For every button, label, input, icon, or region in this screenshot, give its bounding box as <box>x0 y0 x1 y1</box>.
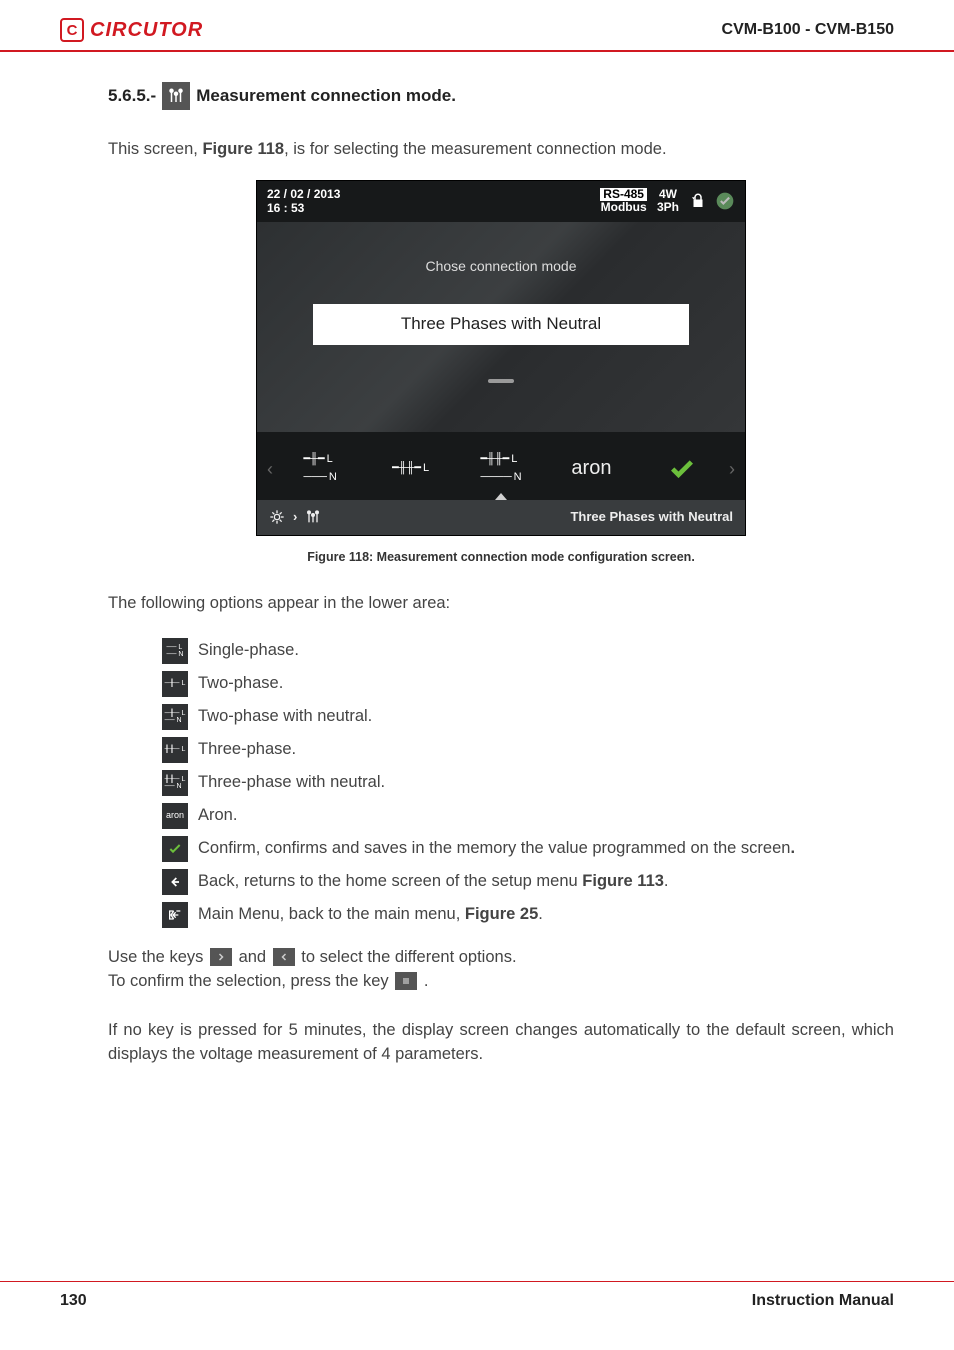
device-prompt: Chose connection mode <box>257 222 745 276</box>
page-content: 5.6.5.- Measurement connection mode. Thi… <box>0 52 954 1067</box>
three-phase-icon: ╫╫─ L <box>162 737 188 763</box>
list-item: ╫╫─ L── N Three-phase with neutral. <box>162 768 894 798</box>
menu-key-icon <box>395 972 417 990</box>
model-label: CVM-B100 - CVM-B150 <box>722 21 894 39</box>
option-aron[interactable]: aron <box>546 448 636 490</box>
brand-name: CIRCUTOR <box>90 19 203 42</box>
footer-label: Instruction Manual <box>752 1292 894 1310</box>
list-item: Back, returns to the home screen of the … <box>162 867 894 897</box>
back-icon <box>162 869 188 895</box>
device-comm-label: RS-485 Modbus <box>600 188 647 214</box>
device-datetime: 22 / 02 / 2013 16 : 53 <box>267 187 590 216</box>
left-key-icon <box>273 948 295 966</box>
single-phase-icon: ── L── N <box>162 638 188 664</box>
figure-caption: Figure 118: Measurement connection mode … <box>307 548 695 566</box>
device-screenshot: 22 / 02 / 2013 16 : 53 RS-485 Modbus 4W … <box>256 180 746 536</box>
section-number: 5.6.5.- <box>108 84 156 109</box>
two-phase-neutral-icon: ─╫─ L── N <box>162 704 188 730</box>
list-item: Confirm, confirms and saves in the memor… <box>162 834 894 864</box>
figure-ref: Figure 118 <box>202 140 284 158</box>
brand-logo: C CIRCUTOR <box>60 18 203 42</box>
scroll-right-icon[interactable]: › <box>727 456 737 482</box>
lock-icon <box>689 192 707 210</box>
list-item: Main Menu, back to the main menu, Figure… <box>162 900 894 930</box>
timeout-note: If no key is pressed for 5 minutes, the … <box>108 1019 894 1067</box>
figure-ref: Figure 113 <box>582 872 664 890</box>
list-item: ─╫─ L── N Two-phase with neutral. <box>162 702 894 732</box>
device-selected-value: Three Phases with Neutral <box>313 304 689 345</box>
device-main-area: Chose connection mode Three Phases with … <box>257 222 745 432</box>
lower-area-intro: The following options appear in the lowe… <box>108 592 894 616</box>
scroll-left-icon[interactable]: ‹ <box>265 456 275 482</box>
figure-118: 22 / 02 / 2013 16 : 53 RS-485 Modbus 4W … <box>108 180 894 566</box>
section-title-text: Measurement connection mode. <box>196 84 456 109</box>
section-heading: 5.6.5.- Measurement connection mode. <box>108 82 894 110</box>
two-phase-icon: ─╫─ L <box>162 671 188 697</box>
figure-ref: Figure 25 <box>465 905 538 923</box>
brand-logo-icon: C <box>60 18 84 42</box>
option-list: ── L── N Single-phase. ─╫─ L Two-phase. … <box>162 636 894 930</box>
confirm-icon <box>162 836 188 862</box>
aron-icon: aron <box>162 803 188 829</box>
connection-mode-icon <box>162 82 190 110</box>
device-wiring-label: 4W 3Ph <box>657 188 679 214</box>
device-statusbar: 22 / 02 / 2013 16 : 53 RS-485 Modbus 4W … <box>257 181 745 222</box>
device-status-icons <box>689 191 735 211</box>
list-item: aron Aron. <box>162 801 894 831</box>
list-item: ── L── N Single-phase. <box>162 636 894 666</box>
page-number: 130 <box>60 1292 87 1310</box>
page-header: C CIRCUTOR CVM-B100 - CVM-B150 <box>0 0 954 52</box>
gear-icon <box>269 509 285 525</box>
drag-handle-icon <box>488 379 514 383</box>
main-menu-icon <box>162 902 188 928</box>
breadcrumb-label: Three Phases with Neutral <box>570 508 733 527</box>
breadcrumb-sep-icon: › <box>293 508 297 527</box>
option-confirm[interactable] <box>637 448 727 490</box>
intro-text: This screen, Figure 118, is for selectin… <box>108 138 894 162</box>
key-instructions: Use the keys and to select the different… <box>108 946 894 994</box>
device-breadcrumb: › Three Phases with Neutral <box>257 500 745 535</box>
page-footer: 130 Instruction Manual <box>0 1281 954 1310</box>
device-option-bar: ‹ ━╫━L───N ━╫╫━L ━╫╫━L────N aron › <box>257 432 745 500</box>
list-item: ─╫─ L Two-phase. <box>162 669 894 699</box>
ok-badge-icon <box>715 191 735 211</box>
connection-mode-icon <box>305 509 321 525</box>
right-key-icon <box>210 948 232 966</box>
option-two-phase-neutral[interactable]: ━╫━L───N <box>275 448 365 490</box>
list-item: ╫╫─ L Three-phase. <box>162 735 894 765</box>
three-phase-neutral-icon: ╫╫─ L── N <box>162 770 188 796</box>
option-three-phase-neutral[interactable]: ━╫╫━L────N <box>456 448 546 490</box>
option-three-phase[interactable]: ━╫╫━L <box>365 448 455 490</box>
